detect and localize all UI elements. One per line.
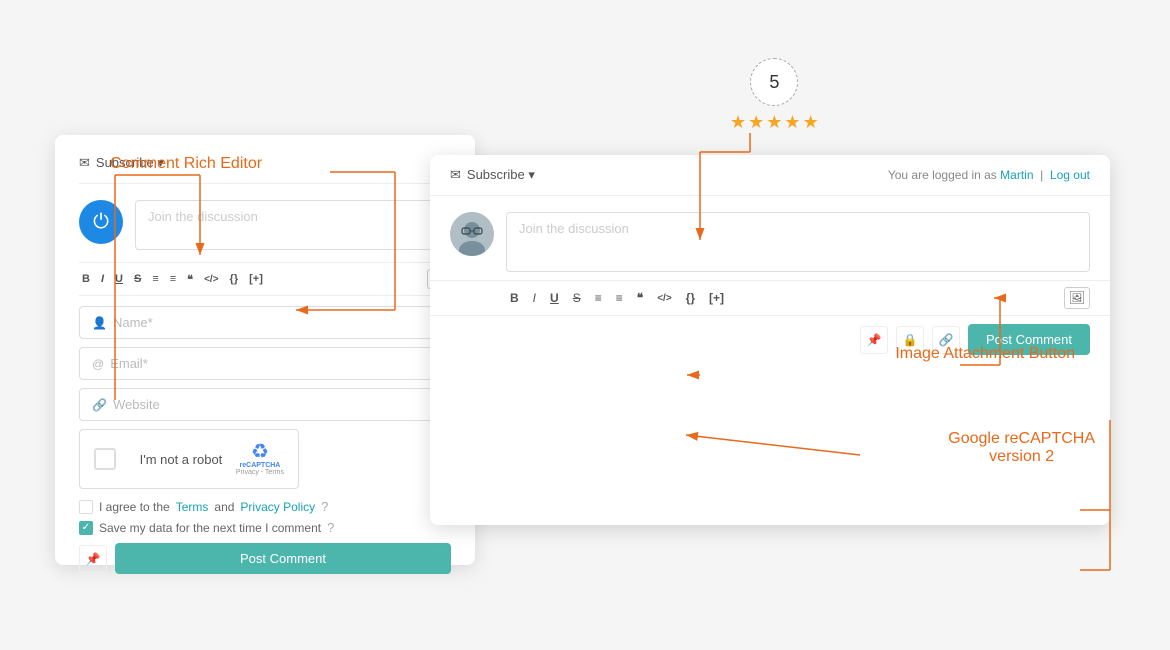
back-underline-btn[interactable]: U: [112, 271, 126, 287]
at-icon: @: [92, 357, 104, 371]
logout-link[interactable]: Log out: [1050, 168, 1090, 182]
back-italic-btn[interactable]: I: [98, 271, 107, 287]
front-ul-btn[interactable]: ≡: [612, 289, 627, 307]
envelope-icon: ✉: [79, 155, 90, 171]
privacy-link[interactable]: Privacy Policy: [240, 500, 315, 514]
front-bold-btn[interactable]: B: [506, 289, 523, 307]
martin-link[interactable]: Martin: [1000, 168, 1033, 182]
recaptcha-checkbox[interactable]: [94, 448, 116, 470]
annotation-image-attachment: Image Attachment Button: [895, 345, 1075, 363]
front-underline-btn[interactable]: U: [546, 289, 563, 307]
website-field[interactable]: 🔗 Website: [79, 388, 451, 421]
star-5: ★: [803, 112, 819, 133]
avatar-img: [450, 212, 494, 256]
front-code-btn[interactable]: </>: [653, 291, 675, 306]
recaptcha-icon: ♻: [251, 442, 269, 462]
front-avatar: [450, 212, 494, 256]
back-pin-icon[interactable]: 📌: [79, 545, 107, 573]
front-card: ✉ Subscribe ▾ You are logged in as Marti…: [430, 155, 1110, 525]
front-block-btn[interactable]: {}: [682, 289, 699, 307]
save-help-icon[interactable]: ?: [327, 520, 334, 535]
front-subscribe-dropdown[interactable]: Subscribe ▾: [467, 167, 535, 183]
annotation-recaptcha: Google reCAPTCHA version 2: [948, 430, 1095, 466]
back-ol-btn[interactable]: ≡: [149, 271, 161, 287]
star-4: ★: [784, 112, 800, 133]
save-data-row: ✓ Save my data for the next time I comme…: [79, 520, 451, 535]
back-quote-btn[interactable]: ❝: [184, 271, 196, 288]
terms-row: I agree to the Terms and Privacy Policy …: [79, 499, 451, 514]
back-post-comment-btn[interactable]: Post Comment: [115, 543, 451, 574]
front-quote-btn[interactable]: ❝: [633, 289, 647, 307]
back-toolbar: B I U S ≡ ≡ ❝ </> {} [+] 🖼: [79, 262, 451, 296]
front-italic-btn[interactable]: I: [529, 289, 540, 307]
name-field[interactable]: 👤 Name*: [79, 306, 451, 339]
front-comment-area: Join the discussion: [430, 196, 1110, 280]
terms-link[interactable]: Terms: [176, 500, 209, 514]
front-image-attach-btn[interactable]: 🖼: [1064, 287, 1090, 309]
rating-section: 5 ★ ★ ★ ★ ★: [730, 58, 819, 133]
recaptcha-box[interactable]: I'm not a robot ♻ reCAPTCHA Privacy - Te…: [79, 429, 299, 489]
power-icon: ⏻: [93, 211, 109, 234]
save-data-checkbox[interactable]: ✓: [79, 521, 93, 535]
back-plus-btn[interactable]: [+]: [246, 271, 266, 287]
front-strike-btn[interactable]: S: [569, 289, 585, 307]
user-icon: 👤: [92, 316, 107, 330]
back-block-btn[interactable]: {}: [227, 271, 242, 287]
terms-help-icon[interactable]: ?: [321, 499, 328, 514]
back-card: ✉ Subscribe ▾ ⏻ Join the discussion B I …: [55, 135, 475, 565]
back-strike-btn[interactable]: S: [131, 271, 144, 287]
recaptcha-logo: ♻ reCAPTCHA Privacy - Terms: [236, 442, 284, 476]
star-1: ★: [730, 112, 746, 133]
back-avatar: ⏻: [79, 200, 123, 244]
back-comment-input[interactable]: Join the discussion: [135, 200, 451, 250]
star-2: ★: [748, 112, 764, 133]
front-comment-input[interactable]: Join the discussion: [506, 212, 1090, 272]
front-envelope-icon: ✉: [450, 167, 461, 183]
front-ol-btn[interactable]: ≡: [591, 289, 606, 307]
back-bold-btn[interactable]: B: [79, 271, 93, 287]
front-plus-btn[interactable]: [+]: [705, 289, 728, 307]
star-3: ★: [766, 112, 782, 133]
back-comment-area: ⏻ Join the discussion: [79, 200, 451, 250]
email-field[interactable]: @ Email*: [79, 347, 451, 380]
back-code-btn[interactable]: </>: [201, 272, 221, 287]
front-pin-icon[interactable]: 📌: [860, 326, 888, 354]
star-rating: ★ ★ ★ ★ ★: [730, 112, 819, 133]
front-subscribe-bar: ✉ Subscribe ▾ You are logged in as Marti…: [430, 155, 1110, 196]
rating-number: 5: [750, 58, 798, 106]
annotation-comment-rich-editor: Comment Rich Editor: [110, 155, 262, 173]
back-ul-btn[interactable]: ≡: [167, 271, 179, 287]
front-toolbar: B I U S ≡ ≡ ❝ </> {} [+] 🖼: [430, 280, 1110, 316]
terms-checkbox[interactable]: [79, 500, 93, 514]
link-icon: 🔗: [92, 398, 107, 412]
logged-in-section: You are logged in as Martin | Log out: [888, 168, 1090, 182]
main-container: 5 ★ ★ ★ ★ ★ Comment Rich Editor Image At…: [0, 0, 1170, 650]
back-action-bar: 📌 Post Comment: [79, 543, 451, 574]
